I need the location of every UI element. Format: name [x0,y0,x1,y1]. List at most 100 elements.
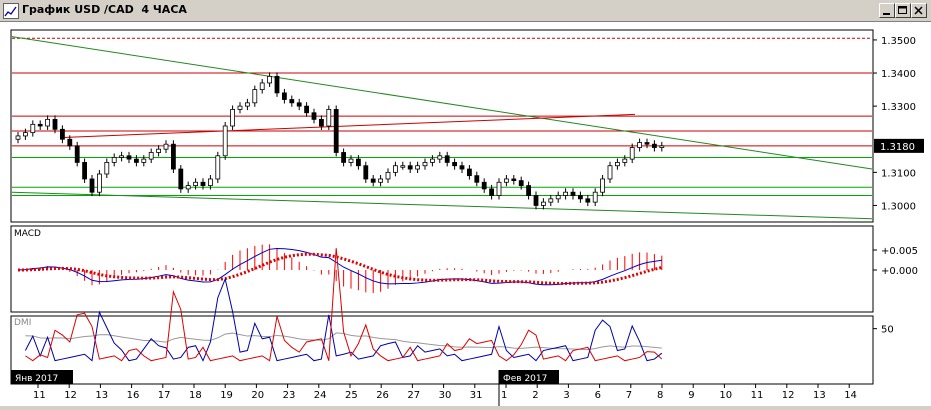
candle-body [22,132,28,137]
candle-body [659,145,665,148]
candle-body [318,118,324,127]
candle-body [481,181,487,190]
candle-body [466,168,472,177]
time-tick-label: 23 [283,390,296,401]
price-tick-label: 1.3500 [881,36,916,47]
candle-body [392,165,398,173]
maximize-button[interactable] [895,3,911,18]
time-tick-label: 2 [532,390,538,401]
time-tick-label: 30 [439,390,452,401]
month-label: Фев 2017 [503,374,547,384]
candle-body [644,142,650,145]
time-tick-label: 20 [251,390,264,401]
candle-body [252,89,258,104]
candle-body [52,118,58,130]
candle-body [326,109,332,127]
candle-body [600,178,605,193]
window-title: График USD /CAD 4 ЧАСА [22,3,187,16]
time-tick-label: 12 [782,390,795,401]
candle-body [30,123,36,134]
candle-body [296,102,302,107]
price-tick-label: 1.3000 [881,201,916,212]
candle-body [370,178,376,183]
dmi-panel[interactable] [10,315,874,385]
candle-body [629,147,635,160]
time-tick-label: 10 [719,390,732,401]
candle-body [622,158,628,163]
candle-body [459,165,465,170]
candle-body [178,168,184,190]
candle-body [259,82,265,90]
close-button[interactable] [911,3,927,18]
candle-body [200,181,206,186]
candle-body [133,158,139,163]
candle-body [311,112,317,120]
time-tick-label: 18 [189,390,202,401]
candle-body [348,158,354,163]
candle-body [592,191,598,203]
candle-body [355,158,361,167]
time-tick-label: 19 [220,390,233,401]
candle-body [637,142,642,148]
candle-body [444,155,450,163]
current-price-label: 1.3180 [880,142,915,153]
time-tick-label: 11 [33,390,46,401]
candle-body [489,188,495,196]
candle-body [341,152,347,163]
candle-body [415,165,421,170]
macd-label: MACD [14,229,41,239]
candle-body [185,185,191,190]
time-tick-label: 27 [407,390,420,401]
price-tick-label: 1.3300 [881,102,916,113]
candle-body [126,155,132,160]
time-tick-label: 9 [688,390,694,401]
candle-body [437,155,443,160]
dmi-tick-label: 50 [881,325,894,336]
price-panel[interactable] [10,29,874,223]
window-titlebar[interactable]: График USD /CAD 4 ЧАСА [0,0,931,22]
candle-body [222,125,228,157]
candle-body [541,201,546,206]
candle-body [45,118,50,127]
macd-panel[interactable] [10,225,874,313]
candle-body [652,143,657,148]
close-icon [914,6,923,15]
candle-body [511,178,517,182]
price-tick-label: 1.3400 [881,69,916,80]
chart-app-icon [3,3,19,19]
time-tick-label: 13 [95,390,108,401]
candle-body [148,152,154,160]
month-label: Янв 2017 [15,374,58,384]
time-tick-label: 7 [626,390,632,401]
candle-body [407,165,413,170]
dmi-label: DMI [14,318,31,328]
candle-body [237,105,243,110]
candle-body [578,195,583,200]
macd-tick-label: +0.005 [881,246,918,257]
candle-body [503,178,509,183]
time-tick-label: 12 [64,390,77,401]
candle-body [274,75,280,94]
candle-body [385,171,391,180]
candle-body [289,99,295,104]
time-tick-label: 14 [844,390,857,401]
chart-canvas[interactable]: 1.3500 1.3400 1.3300 1.3100 1.3000 1.3180 +0.0… [0,22,931,406]
candle-body [244,102,250,107]
maximize-icon [898,6,907,14]
minimize-button[interactable] [879,3,895,18]
candle-body [378,178,384,183]
candle-body [607,165,613,180]
time-tick-label: 6 [595,390,601,401]
candle-body [170,143,176,170]
time-tick-label: 16 [127,390,140,401]
candle-body [474,175,480,183]
candle-body [67,138,73,147]
candle-body [563,191,568,196]
chart-area[interactable]: 1.3500 1.3400 1.3300 1.3100 1.3000 1.3180 +0.0… [0,22,931,406]
time-tick-label: 17 [158,390,171,401]
candle-body [281,92,287,100]
candle-body [193,181,199,186]
candle-body [429,158,435,163]
candle-body [82,162,87,180]
candle-body [400,165,406,168]
